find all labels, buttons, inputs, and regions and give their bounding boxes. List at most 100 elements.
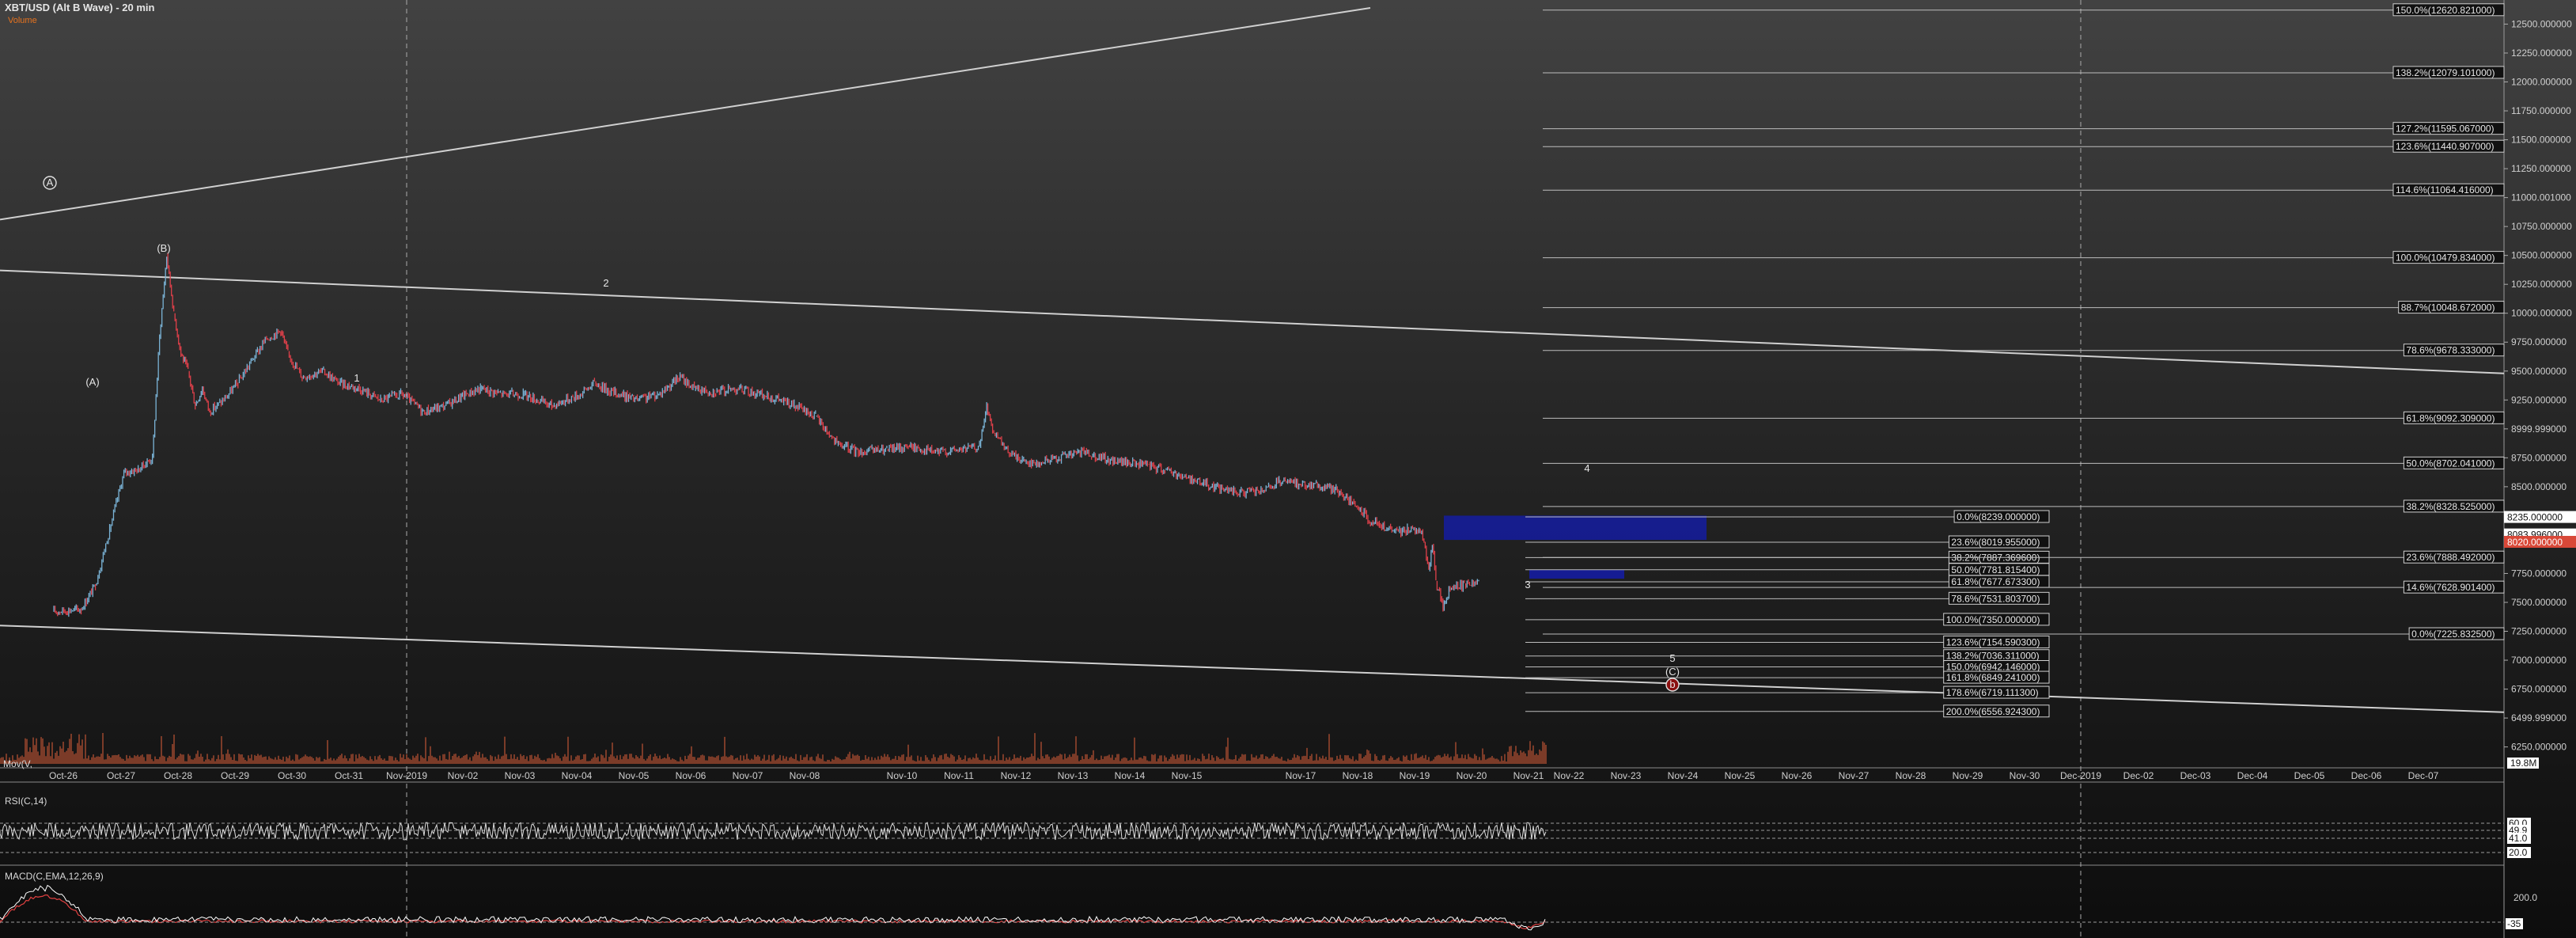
macd-panel-title: MACD(C,EMA,12,26,9) <box>5 871 104 882</box>
x-axis-label: Dec-07 <box>2408 770 2439 781</box>
fib-label-right: 88.7%(10048.672000) <box>2401 302 2495 313</box>
rsi-panel-title: RSI(C,14) <box>5 796 47 807</box>
x-axis-label: Nov-22 <box>1554 770 1585 781</box>
fib-label-right: 0.0%(7225.832500) <box>2411 628 2495 640</box>
y-axis-label: 11250.000000 <box>2511 163 2571 174</box>
x-axis-label: Nov-18 <box>1343 770 1373 781</box>
fib-label-right: 38.2%(8328.525000) <box>2406 501 2495 512</box>
wave-b-label: b <box>1669 678 1675 690</box>
volume-legend: Volume <box>8 16 37 25</box>
fib-label-right: 61.8%(9092.309000) <box>2406 412 2495 423</box>
fib-label-right: 50.0%(8702.041000) <box>2406 458 2495 469</box>
y-axis-label: 10250.000000 <box>2511 279 2572 290</box>
rsi-line <box>0 821 1547 841</box>
y-axis-label: 10000.000000 <box>2511 308 2572 319</box>
x-axis-label: Nov-02 <box>448 770 479 781</box>
macd-value-label: -35 <box>2507 918 2521 929</box>
fib-label-left: 150.0%(6942.146000) <box>1946 661 2040 672</box>
y-axis-label: 9250.000000 <box>2511 394 2567 405</box>
y-axis-label: 12500.000000 <box>2511 18 2572 29</box>
fib-label-left: 161.8%(6849.241000) <box>1946 672 2040 683</box>
volume-ma-label: Mov(V, <box>3 758 32 769</box>
y-axis-label: 11750.000000 <box>2511 105 2571 116</box>
fib-label-left: 200.0%(6556.924300) <box>1946 706 2040 717</box>
fib-label-left: 178.6%(6719.111300) <box>1946 687 2039 698</box>
wave-2-label: 2 <box>603 277 608 289</box>
fib-label-right: 23.6%(7888.492000) <box>2406 552 2495 563</box>
rsi-level-label: 20.0 <box>2509 847 2528 858</box>
x-axis-label: Nov-27 <box>1839 770 1869 781</box>
x-axis-label: Dec-05 <box>2294 770 2325 781</box>
current-price-label: 8235.000000 <box>2507 512 2563 523</box>
x-axis-label: Nov-05 <box>619 770 650 781</box>
y-axis-label: 7250.000000 <box>2511 626 2567 637</box>
chart-title: XBT/USD (Alt B Wave) - 20 min <box>5 2 155 13</box>
x-axis-label: Nov-10 <box>887 770 918 781</box>
x-axis-label: Nov-11 <box>944 770 974 781</box>
y-axis-label: 8750.000000 <box>2511 452 2567 463</box>
y-axis-label: 6750.000000 <box>2511 684 2567 695</box>
macd-line <box>0 884 1546 931</box>
x-axis-label: Oct-26 <box>49 770 78 781</box>
macd-signal-line <box>0 894 1546 929</box>
fib-label-left: 50.0%(7781.815400) <box>1951 564 2040 575</box>
y-axis-label: 9750.000000 <box>2511 336 2567 347</box>
rsi-level-label: 41.0 <box>2509 833 2528 844</box>
y-axis-label: 7500.000000 <box>2511 597 2567 608</box>
y-axis-label: 6250.000000 <box>2511 742 2567 753</box>
wave-4-label: 4 <box>1584 462 1589 474</box>
fib-label-right: 138.2%(12079.101000) <box>2396 67 2495 78</box>
fib-label-right: 114.6%(11064.416000) <box>2396 184 2494 196</box>
x-axis-label: Dec-02 <box>2123 770 2154 781</box>
x-axis-label: Oct-28 <box>164 770 192 781</box>
x-axis-label: Nov-13 <box>1058 770 1089 781</box>
y-axis-label: 10500.000000 <box>2511 250 2572 261</box>
fib-label-right: 123.6%(11440.907000) <box>2396 141 2495 152</box>
x-axis-label: Nov-06 <box>676 770 707 781</box>
price-chart[interactable]: Oct-26 Oct-27 Oct-28 Oct-29 Oct-30 Oct-31 Nov-… <box>0 0 2576 938</box>
x-axis-label: Nov-04 <box>562 770 593 781</box>
channel-top-line <box>0 269 2505 374</box>
y-axis-label: 11500.000000 <box>2511 135 2571 146</box>
x-axis-label: Nov-29 <box>1953 770 1983 781</box>
x-axis-label: Oct-30 <box>278 770 306 781</box>
x-axis-label: Oct-27 <box>107 770 135 781</box>
x-axis-label: Nov-25 <box>1725 770 1756 781</box>
y-axis-label: 8500.000000 <box>2511 481 2567 492</box>
fib-label-left: 138.2%(7036.311000) <box>1946 651 2040 662</box>
x-axis-label: Nov-2019 <box>386 770 427 781</box>
wave-1-label: 1 <box>354 372 359 384</box>
wave-4-zone <box>1444 515 1707 541</box>
y-axis-label: 7750.000000 <box>2511 568 2567 579</box>
target-zone <box>1529 570 1624 579</box>
x-axis-label: Nov-12 <box>1001 770 1032 781</box>
x-axis-label: Nov-30 <box>2010 770 2040 781</box>
fib-label-left: 23.6%(8019.955000) <box>1951 537 2040 548</box>
x-axis-label: Nov-17 <box>1286 770 1316 781</box>
fib-label-right: 100.0%(10479.834000) <box>2396 253 2495 264</box>
y-axis-label: 12000.000000 <box>2511 77 2572 88</box>
fib-label-left: 78.6%(7531.803700) <box>1951 593 2040 604</box>
fib-label-left: 123.6%(7154.590300) <box>1946 636 2040 647</box>
y-axis-label: 6499.999000 <box>2511 712 2567 723</box>
wave-5-label: 5 <box>1669 652 1675 664</box>
wave-A-sub-label: (A) <box>85 376 99 388</box>
x-axis-label: Dec-2019 <box>2060 770 2101 781</box>
fib-label-right: 150.0%(12620.821000) <box>2396 5 2495 16</box>
volume-value-label: 19.8M <box>2510 758 2536 769</box>
x-axis-label: Nov-26 <box>1782 770 1813 781</box>
y-axis-label: 8999.999000 <box>2511 423 2567 435</box>
macd-axis-label: 200.0 <box>2513 892 2537 903</box>
x-axis-label: Nov-14 <box>1115 770 1146 781</box>
x-axis-label: Dec-03 <box>2180 770 2211 781</box>
x-axis-label: Nov-15 <box>1172 770 1203 781</box>
y-axis-label: 7000.000000 <box>2511 655 2567 666</box>
channel-bottom-line <box>0 625 2505 713</box>
y-axis-label: 10750.000000 <box>2511 221 2572 232</box>
fib-label-right: 14.6%(7628.901400) <box>2406 582 2495 593</box>
x-axis-label: Oct-29 <box>221 770 249 781</box>
fib-label-left: 61.8%(7677.673300) <box>1951 576 2040 587</box>
x-axis-label: Dec-06 <box>2351 770 2382 781</box>
wave-3-label: 3 <box>1525 579 1530 591</box>
chart-window: Oct-26 Oct-27 Oct-28 Oct-29 Oct-30 Oct-31 Nov-… <box>0 0 2576 938</box>
